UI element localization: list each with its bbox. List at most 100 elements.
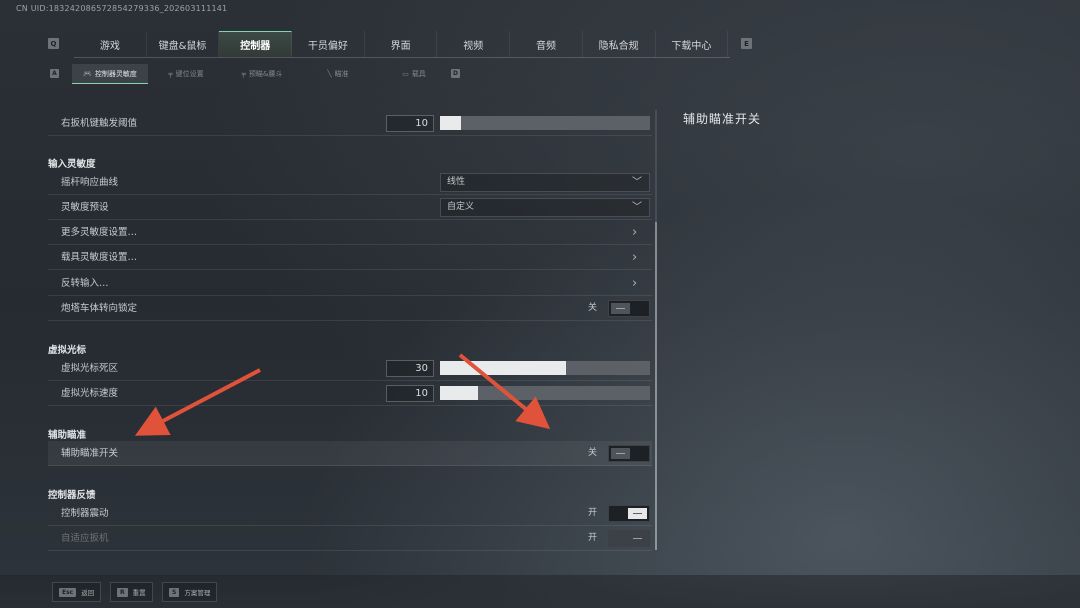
subtab-label: 瞄准 — [334, 70, 349, 78]
gun-icon: ╤ — [241, 70, 246, 78]
key-hint: S — [169, 587, 180, 597]
aim-assist-toggle[interactable] — [608, 445, 650, 462]
section-title-input: 输入灵敏度 — [48, 159, 96, 170]
reset-button[interactable]: R 重置 — [110, 582, 153, 602]
setting-label: 灵敏度预设 — [61, 202, 109, 213]
chevron-right-icon: › — [632, 225, 638, 240]
vibration-toggle[interactable] — [608, 505, 650, 522]
cursor-speed-slider[interactable] — [440, 386, 650, 400]
toggle-knob — [628, 508, 647, 519]
section-title-feedback: 控制器反馈 — [48, 490, 96, 501]
tab-privacy[interactable]: 隐私合规 — [583, 31, 656, 57]
uid-text: CN UID:18324208657285427933​6_2026031111… — [16, 4, 228, 13]
slider-fill — [440, 361, 566, 375]
subtab-key-settings[interactable]: ╤ 键位设置 — [148, 64, 224, 84]
tab-interface[interactable]: 界面 — [365, 31, 438, 57]
setting-vehicle-sensitivity[interactable]: 载具灵敏度设置… › — [48, 245, 652, 270]
button-label: 重置 — [132, 589, 146, 597]
scheme-manage-button[interactable]: S 方案管理 — [162, 582, 218, 602]
key-hint: R — [117, 587, 128, 597]
turret-lock-toggle[interactable] — [608, 300, 650, 317]
slider-fill — [440, 116, 461, 130]
dropdown-value: 线性 — [447, 177, 466, 187]
tab-prev-key[interactable]: Q — [48, 38, 59, 49]
cursor-speed-value[interactable]: 10 — [386, 385, 434, 402]
bottom-bar: Esc 返回 R 重置 S 方案管理 — [0, 575, 1080, 608]
knife-icon: ╲ — [327, 70, 332, 78]
setting-stick-curve[interactable]: 摇杆响应曲线 线性 ﹀ — [48, 170, 652, 195]
toggle-state-text: 关 — [588, 303, 598, 313]
gun-icon: ╤ — [168, 70, 173, 78]
setting-label: 载具灵敏度设置… — [61, 252, 138, 263]
setting-label: 控制器震动 — [61, 508, 109, 519]
subtab-label: 载具 — [411, 70, 426, 78]
toggle-state-text: 开 — [588, 508, 598, 518]
chevron-right-icon: › — [632, 276, 638, 291]
setting-label: 自适应扳机 — [61, 533, 109, 544]
setting-sensitivity-preset[interactable]: 灵敏度预设 自定义 ﹀ — [48, 195, 652, 220]
section-title-cursor: 虚拟光标 — [48, 345, 87, 356]
subtab-label: 控制器灵敏度 — [94, 69, 137, 78]
cursor-deadzone-value[interactable]: 30 — [386, 360, 434, 377]
setting-invert-input[interactable]: 反转输入… › — [48, 271, 652, 296]
section-title-aim-assist: 辅助瞄准 — [48, 430, 87, 441]
toggle-knob — [611, 448, 630, 459]
setting-label: 辅助瞄准开关 — [61, 448, 119, 459]
cursor-deadzone-slider[interactable] — [440, 361, 650, 375]
nav-divider — [74, 57, 730, 58]
toggle-state-text: 开 — [588, 533, 598, 543]
setting-label: 更多灵敏度设置… — [61, 227, 138, 238]
button-label: 方案管理 — [184, 589, 211, 597]
settings-list: 右扳机键触发阈值 10 输入灵敏度 摇杆响应曲线 线性 ﹀ 灵敏度预设 自定义 … — [48, 100, 652, 560]
subtab-controller-sensitivity[interactable]: 🎮 控制器灵敏度 — [72, 64, 148, 84]
toggle-knob — [611, 303, 630, 314]
chevron-down-icon: ﹀ — [632, 177, 642, 188]
setting-aim-assist[interactable]: 辅助瞄准开关 关 — [48, 441, 652, 466]
setting-vibration[interactable]: 控制器震动 开 — [48, 501, 652, 526]
setting-adaptive-trigger: 自适应扳机 开 — [48, 526, 652, 551]
sensitivity-preset-dropdown[interactable]: 自定义 ﹀ — [440, 198, 650, 217]
subtab-label: 键位设置 — [175, 70, 204, 78]
trigger-threshold-slider[interactable] — [440, 116, 650, 130]
setting-label: 摇杆响应曲线 — [61, 177, 119, 188]
top-nav: Q 游戏 键盘&鼠标 控制器 干员偏好 界面 视频 音频 隐私合规 下载中心 E — [48, 31, 754, 57]
setting-label: 右扳机键触发阈值 — [61, 118, 138, 129]
setting-cursor-speed[interactable]: 虚拟光标速度 10 — [48, 381, 652, 406]
key-hint: Esc — [59, 587, 77, 597]
setting-trigger-threshold[interactable]: 右扳机键触发阈值 10 — [48, 111, 652, 136]
tab-next-key[interactable]: E — [741, 38, 752, 49]
subtab-aim[interactable]: ╲ 瞄准 — [300, 64, 376, 84]
chevron-right-icon: › — [632, 250, 638, 265]
tab-keyboard-mouse[interactable]: 键盘&鼠标 — [147, 31, 220, 57]
setting-label: 虚拟光标速度 — [61, 388, 119, 399]
chevron-down-icon: ﹀ — [632, 202, 642, 213]
setting-label: 炮塔车体转向锁定 — [61, 303, 138, 314]
subtab-vehicle[interactable]: ▭ 载具 — [376, 64, 452, 84]
tab-operator-prefs[interactable]: 干员偏好 — [292, 31, 365, 57]
setting-label: 反转输入… — [61, 278, 109, 289]
setting-more-sensitivity[interactable]: 更多灵敏度设置… › — [48, 220, 652, 245]
scrollbar-thumb[interactable] — [655, 222, 657, 550]
subtab-preaim[interactable]: ╤ 预瞄&腰斗 — [224, 64, 300, 84]
back-button[interactable]: Esc 返回 — [52, 582, 102, 602]
tab-game[interactable]: 游戏 — [74, 31, 147, 57]
sub-nav: A 🎮 控制器灵敏度 ╤ 键位设置 ╤ 预瞄&腰斗 ╲ 瞄准 ▭ 载具 D — [50, 64, 470, 84]
toggle-state-text: 关 — [588, 448, 598, 458]
toggle-knob — [628, 533, 647, 544]
vehicle-icon: ▭ — [402, 70, 409, 78]
tab-controller[interactable]: 控制器 — [219, 31, 293, 57]
setting-label: 虚拟光标死区 — [61, 363, 119, 374]
setting-turret-lock[interactable]: 炮塔车体转向锁定 关 — [48, 296, 652, 321]
gamepad-icon: 🎮 — [83, 69, 92, 78]
detail-panel-title: 辅助瞄准开关 — [683, 112, 762, 126]
adaptive-trigger-toggle — [608, 530, 650, 547]
tab-audio[interactable]: 音频 — [510, 31, 583, 57]
setting-cursor-deadzone[interactable]: 虚拟光标死区 30 — [48, 356, 652, 381]
subtab-label: 预瞄&腰斗 — [248, 70, 283, 78]
trigger-threshold-value[interactable]: 10 — [386, 115, 434, 132]
tab-download-center[interactable]: 下载中心 — [656, 31, 729, 57]
subtab-next-key[interactable]: D — [451, 69, 460, 78]
stick-curve-dropdown[interactable]: 线性 ﹀ — [440, 173, 650, 192]
subtab-prev-key[interactable]: A — [50, 69, 59, 78]
tab-video[interactable]: 视频 — [437, 31, 511, 57]
